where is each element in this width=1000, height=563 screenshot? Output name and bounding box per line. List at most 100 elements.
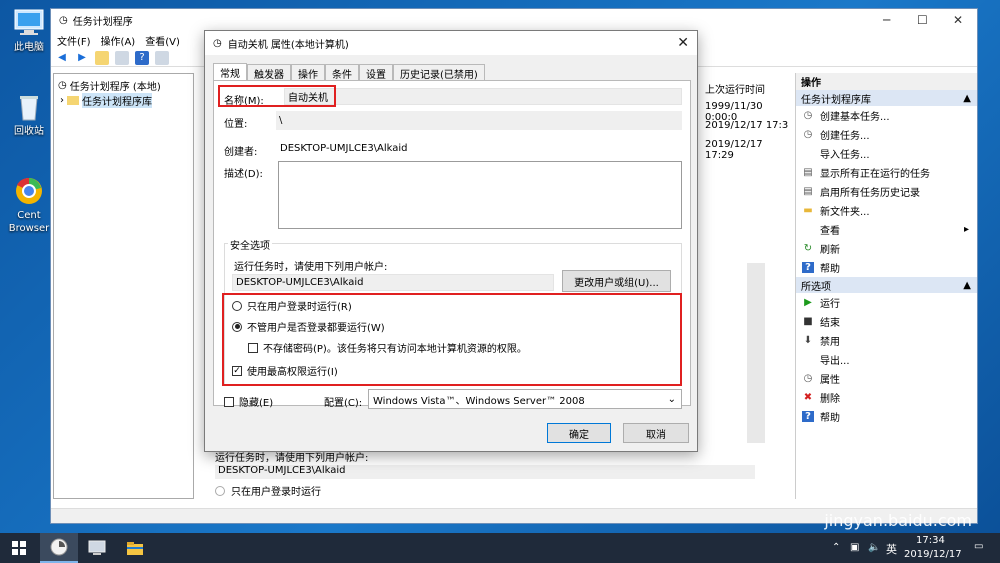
checkbox-hidden[interactable]: 隐藏(E) (224, 394, 273, 409)
menu-file[interactable]: 文件(F) (57, 33, 91, 48)
chevron-down-icon[interactable]: ⌄ (668, 394, 676, 405)
checkbox-icon[interactable] (248, 342, 258, 353)
action-item[interactable]: ↻ 刷新 (796, 239, 977, 258)
action-item[interactable]: ▤ 启用所有任务历史记录 (796, 182, 977, 201)
action-item-label: 查看 (820, 226, 840, 237)
tab-general[interactable]: 常规 (213, 63, 247, 81)
back-icon[interactable]: ◀ (55, 51, 69, 65)
actions-section-library[interactable]: 任务计划程序库 ▲ (796, 90, 977, 106)
checkbox-highest-privileges[interactable]: ✓ 使用最高权限运行(I) (232, 363, 338, 378)
chevron-up-icon[interactable]: ⌃ (832, 542, 840, 553)
folder-up-icon[interactable] (95, 50, 109, 65)
checkbox-do-not-store-password[interactable]: 不存储密码(P)。该任务将只有访问本地计算机资源的权限。 (248, 340, 527, 355)
radio-selected-icon[interactable] (232, 321, 242, 332)
action-item[interactable]: ▬ 新文件夹... (796, 201, 977, 220)
actions-pane: 操作 任务计划程序库 ▲ ◷ 创建基本任务... ◷ 创建任务... 导入任务... ▤ 显… (795, 73, 977, 499)
tree-library[interactable]: › 任务计划程序库 (54, 93, 193, 108)
author-label: 创建者: (224, 147, 258, 158)
task-scheduler-taskbar-icon[interactable] (40, 533, 78, 563)
action-item[interactable]: ◷ 创建基本任务... (796, 106, 977, 125)
action-item[interactable]: ? 帮助 (796, 407, 977, 426)
folder-icon: ▬ (803, 205, 813, 216)
help-icon: ? (802, 262, 814, 273)
action-item[interactable]: ▶ 运行 (796, 293, 977, 312)
action-item[interactable]: ? 帮助 (796, 258, 977, 277)
radio-icon[interactable] (232, 300, 242, 311)
network-icon[interactable]: ▣ (850, 542, 859, 553)
computer-management-taskbar-icon[interactable] (78, 533, 116, 563)
section-label: 任务计划程序库 (801, 94, 871, 106)
table-row[interactable]: 2019/12/17 17:29 (705, 139, 791, 161)
description-field[interactable] (278, 161, 682, 229)
action-item[interactable]: ■ 结束 (796, 312, 977, 331)
table-row[interactable]: 2019/12/17 17:3 (705, 120, 788, 131)
show-hide-tree-icon[interactable] (115, 50, 129, 65)
action-item[interactable]: ◷ 创建任务... (796, 125, 977, 144)
radio-label: 只在用户登录时运行(R) (247, 302, 352, 313)
action-item[interactable]: ◷ 属性 (796, 369, 977, 388)
action-item-label: 导入任务... (820, 150, 870, 161)
tree-root[interactable]: ◷ 任务计划程序 (本地) (54, 78, 193, 93)
action-item-label: 创建基本任务... (820, 112, 890, 123)
column-header-last-run[interactable]: 上次运行时间 (705, 81, 765, 96)
clock-time[interactable]: 17:34 (916, 535, 945, 546)
checkbox-checked-icon[interactable]: ✓ (232, 365, 242, 376)
collapse-icon[interactable]: ▲ (963, 93, 971, 104)
computer-icon (12, 8, 46, 38)
close-icon[interactable]: ✕ (953, 13, 963, 27)
down-arrow-icon: ⬇ (803, 335, 813, 346)
tab-actions[interactable]: 操作 (291, 64, 325, 81)
action-item-label: 导出... (820, 356, 850, 367)
show-hide-action-icon[interactable] (155, 50, 169, 65)
cancel-button[interactable]: 取消 (623, 423, 689, 443)
actions-header: 操作 (796, 73, 977, 90)
clock-date[interactable]: 2019/12/17 (904, 549, 962, 560)
radio-label: 不管用户是否登录都要运行(W) (247, 323, 385, 334)
radio-run-whether-logged-on[interactable]: 不管用户是否登录都要运行(W) (232, 319, 385, 334)
help-icon: ? (802, 411, 814, 422)
tab-triggers[interactable]: 触发器 (247, 64, 291, 81)
actions-list-selected: ▶ 运行 ■ 结束 ⬇ 禁用导出... ◷ 属性 ✖ 删除? 帮助 (796, 293, 977, 426)
checkbox-label: 隐藏(E) (239, 398, 274, 409)
name-field[interactable]: 自动关机 (284, 88, 682, 105)
collapse-icon[interactable]: ▲ (963, 280, 971, 291)
list-icon: ▤ (803, 167, 813, 178)
clock-icon: ◷ (803, 373, 813, 384)
forward-icon[interactable]: ▶ (75, 51, 89, 65)
play-icon: ▶ (804, 297, 812, 308)
ok-button[interactable]: 确定 (547, 423, 611, 443)
minimize-icon[interactable]: ─ (883, 13, 890, 27)
action-item[interactable]: ▤ 显示所有正在运行的任务 (796, 163, 977, 182)
general-tab-panel: 名称(M): 自动关机 位置: \ 创建者: DESKTOP-UMJLCE3\A… (213, 80, 691, 409)
file-explorer-taskbar-icon[interactable] (116, 533, 154, 563)
actions-section-selected[interactable]: 所选项 ▲ (796, 277, 977, 293)
close-icon[interactable]: ✕ (677, 35, 689, 51)
action-item-label: 创建任务... (820, 131, 870, 142)
action-item[interactable]: ⬇ 禁用 (796, 331, 977, 350)
action-item[interactable]: 导出... (796, 350, 977, 369)
volume-icon[interactable]: 🔈 (868, 542, 880, 553)
vertical-scrollbar[interactable] (747, 263, 765, 443)
action-item[interactable]: ✖ 删除 (796, 388, 977, 407)
action-item[interactable]: 查看 ▸ (796, 220, 977, 239)
menu-action[interactable]: 操作(A) (101, 33, 136, 48)
tab-conditions[interactable]: 条件 (325, 64, 359, 81)
help-icon[interactable]: ? (135, 50, 149, 65)
maximize-icon[interactable]: ☐ (917, 13, 928, 27)
tab-history[interactable]: 历史记录(已禁用) (393, 64, 485, 81)
menu-view[interactable]: 查看(V) (145, 33, 180, 48)
windows-start-icon[interactable] (0, 533, 38, 563)
tab-settings[interactable]: 设置 (359, 64, 393, 81)
action-item-label: 刷新 (820, 245, 840, 256)
chevron-right-icon[interactable]: › (60, 95, 64, 106)
configure-select[interactable]: Windows Vista™、Windows Server™ 2008 ⌄ (368, 389, 682, 409)
task-properties-dialog: ◷ 自动关机 属性(本地计算机) ✕ 常规 触发器 操作 条件 设置 历史记录(… (204, 30, 698, 452)
checkbox-icon[interactable] (224, 396, 234, 407)
action-item[interactable]: 导入任务... (796, 144, 977, 163)
notification-icon[interactable]: ▭ (974, 541, 983, 552)
change-user-button[interactable]: 更改用户或组(U)... (562, 270, 671, 292)
ime-indicator[interactable]: 英 (886, 541, 897, 557)
clock-icon: ◷ (213, 37, 222, 49)
radio-run-logged-on[interactable]: 只在用户登录时运行(R) (232, 298, 352, 313)
action-item-label: 帮助 (820, 264, 840, 275)
